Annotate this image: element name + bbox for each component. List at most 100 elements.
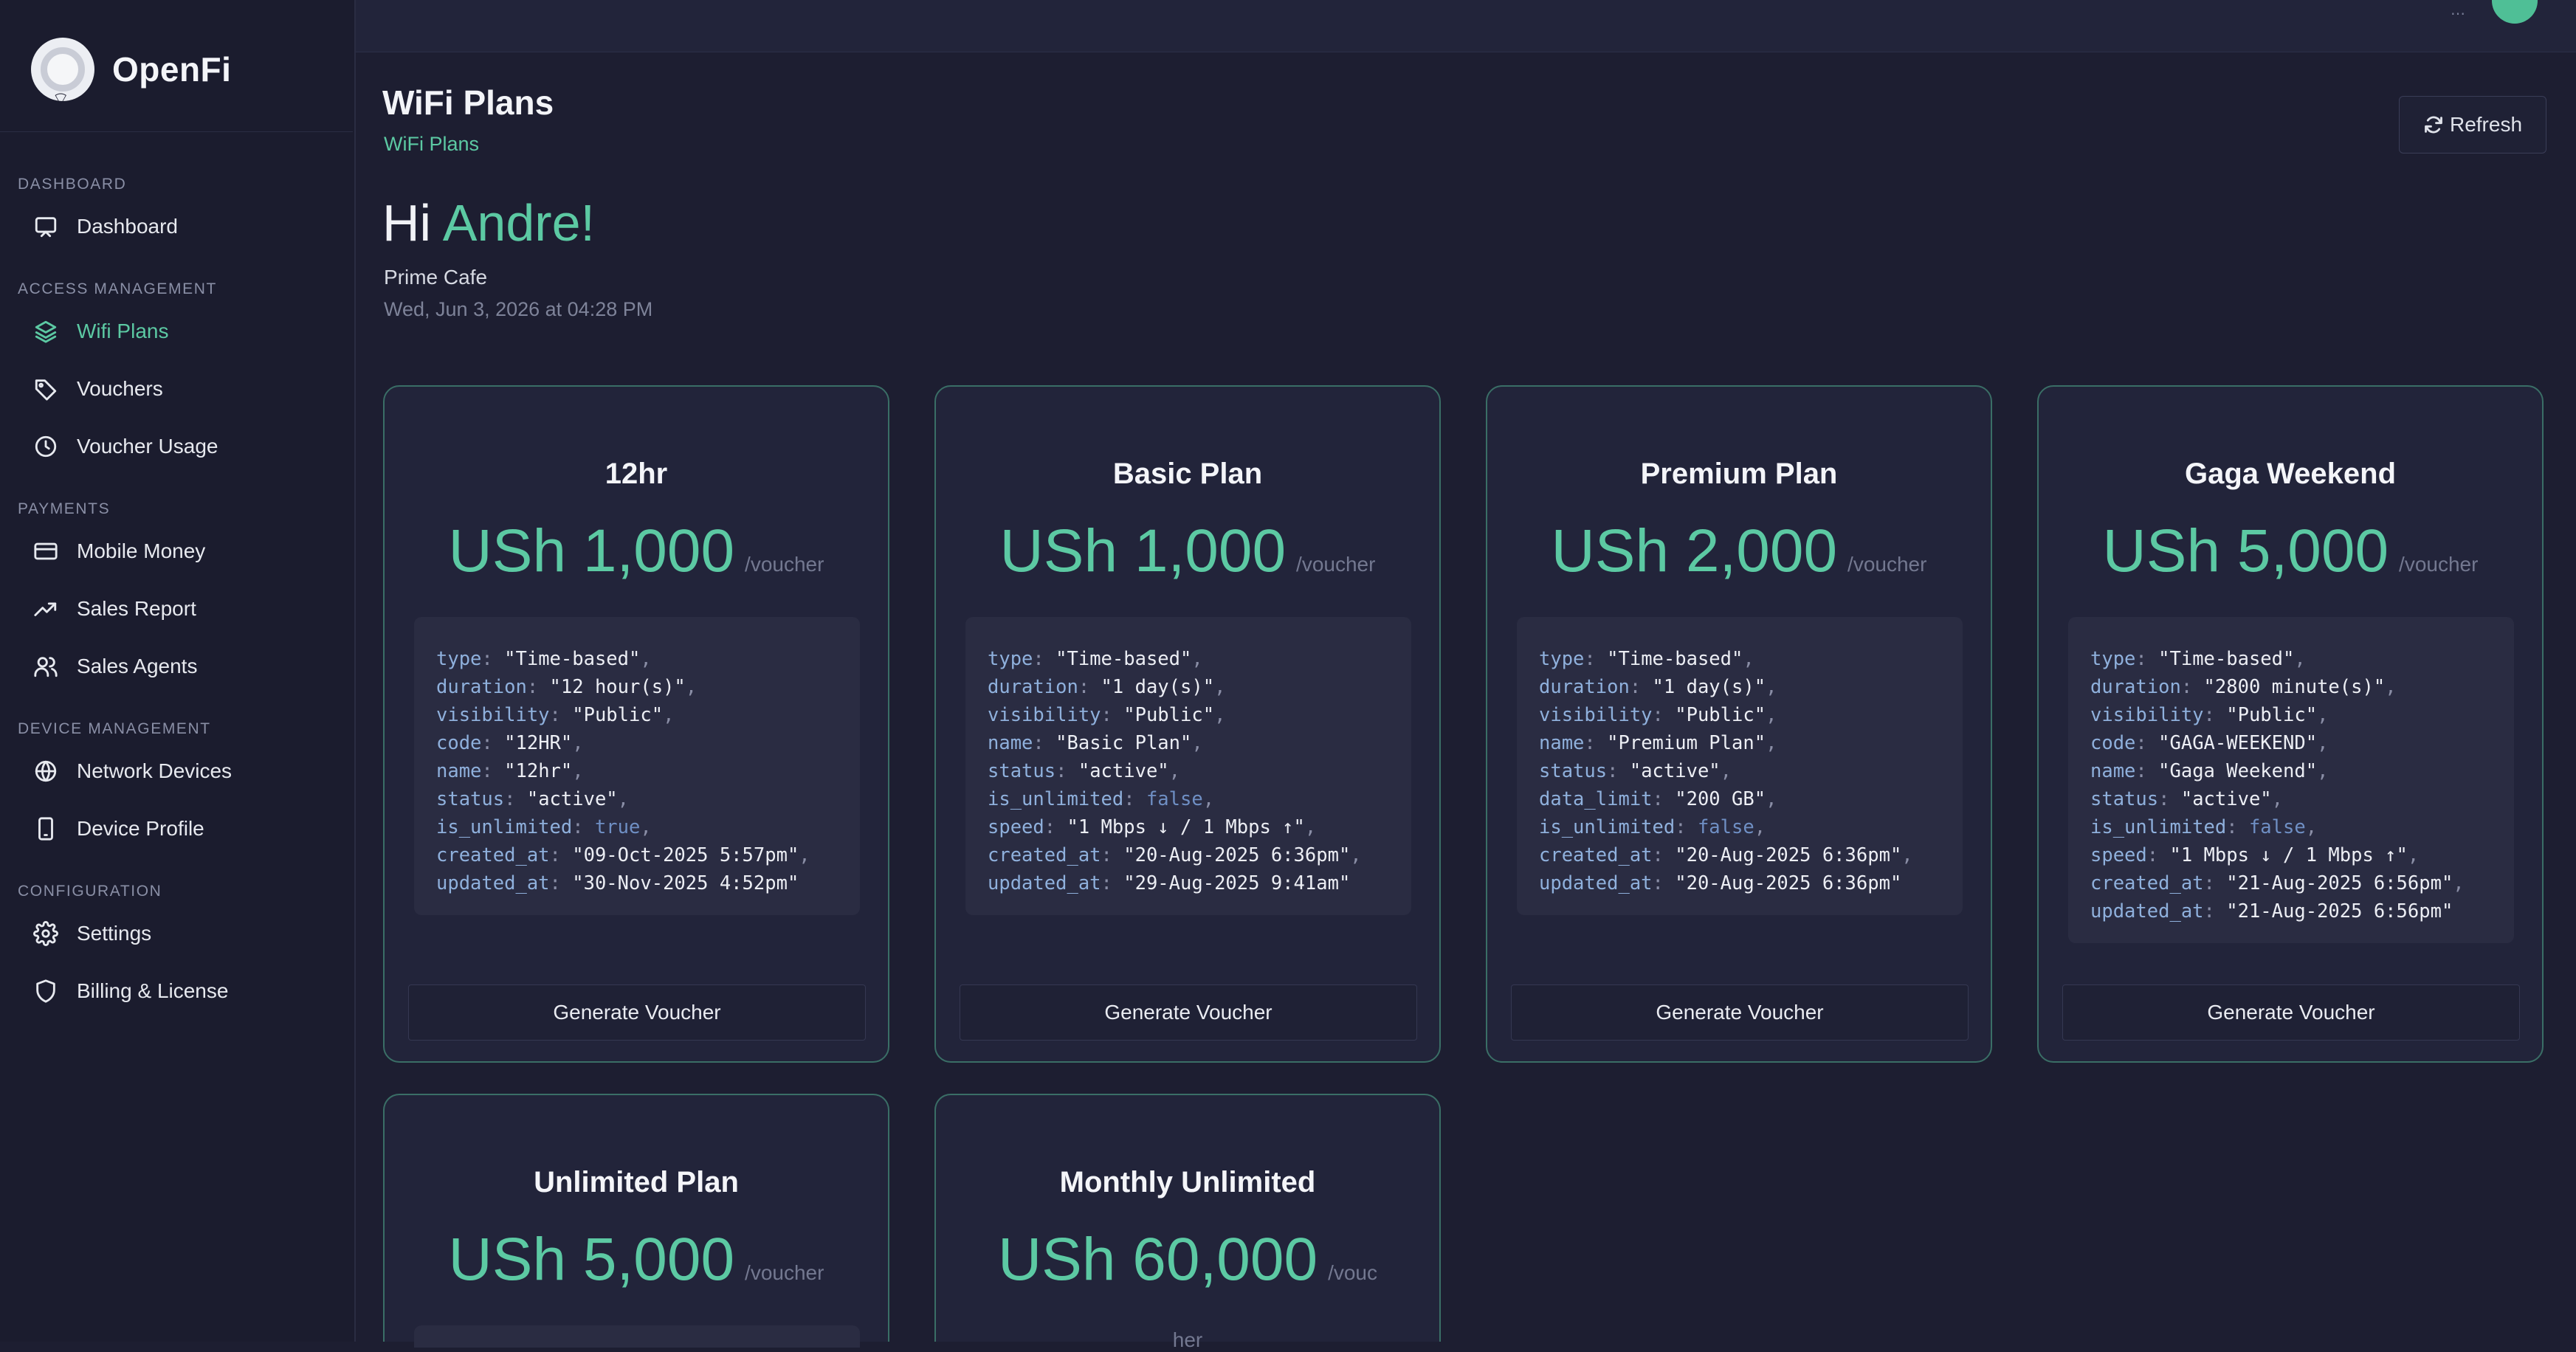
- detail-value: "active": [1629, 760, 1721, 782]
- detail-value: "200 GB": [1675, 788, 1766, 810]
- venue-name: Prime Cafe: [384, 266, 488, 289]
- plan-detail-line: code: "12HR",: [436, 732, 584, 754]
- plan-detail-line: updated_at: "20-Aug-2025 6:36pm": [1539, 872, 1902, 894]
- detail-value: "21-Aug-2025 6:56pm": [2226, 872, 2453, 894]
- plan-details: type: "Time-based", duration: "1 day(s)",…: [965, 617, 1411, 915]
- sidebar-item-sales-report[interactable]: Sales Report: [31, 588, 196, 630]
- plan-price: USh 1,000/voucher: [385, 517, 888, 586]
- sidebar-item-wifi-plans[interactable]: Wifi Plans: [31, 311, 168, 352]
- sidebar-item-vouchers[interactable]: Vouchers: [31, 368, 163, 410]
- users-icon: [31, 652, 61, 681]
- detail-value: "29-Aug-2025 9:41am": [1123, 872, 1351, 894]
- plan-name: Monthly Unlimited: [1059, 1166, 1316, 1198]
- detail-value: "active": [526, 788, 618, 810]
- detail-value: "20-Aug-2025 6:36pm": [1675, 872, 1902, 894]
- detail-key: visibility: [1539, 704, 1653, 726]
- refresh-button[interactable]: Refresh: [2399, 96, 2546, 154]
- detail-key: created_at: [2090, 872, 2204, 894]
- detail-value: "09-Oct-2025 5:57pm": [572, 844, 799, 866]
- detail-value: true: [594, 816, 641, 838]
- generate-voucher-button[interactable]: Generate Voucher: [960, 984, 1417, 1041]
- plan-detail-line: created_at: "20-Aug-2025 6:36pm",: [988, 844, 1362, 866]
- plan-detail-line: is_unlimited: false,: [1539, 816, 1766, 838]
- plan-price-unit: /voucher: [1847, 553, 1927, 576]
- sidebar-item-voucher-usage[interactable]: Voucher Usage: [31, 426, 218, 467]
- sidebar-item-device-profile[interactable]: Device Profile: [31, 808, 204, 849]
- plan-price-amount: USh 60,000: [997, 1226, 1318, 1293]
- plan-detail-line: is_unlimited: false,: [2090, 816, 2318, 838]
- monitor-icon: [31, 212, 61, 241]
- detail-key: speed: [988, 816, 1044, 838]
- detail-key: is_unlimited: [1539, 816, 1676, 838]
- plan-detail-line: name: "12hr",: [436, 760, 584, 782]
- detail-key: is_unlimited: [2090, 816, 2227, 838]
- plan-details: type: "Time-based", duration: "12 hour(s)…: [414, 617, 860, 915]
- plan-card: Unlimited Plan USh 5,000/voucher: [383, 1094, 889, 1348]
- detail-value: "Time-based": [2158, 648, 2295, 670]
- plan-detail-line: duration: "12 hour(s)",: [436, 676, 698, 698]
- plan-detail-line: speed: "1 Mbps ↓ / 1 Mbps ↑",: [988, 816, 1317, 838]
- detail-key: name: [1539, 732, 1585, 754]
- detail-value: false: [2248, 816, 2306, 838]
- sidebar-item-settings[interactable]: Settings: [31, 913, 151, 954]
- sidebar-item-dashboard[interactable]: Dashboard: [31, 206, 178, 247]
- detail-key: created_at: [988, 844, 1101, 866]
- generate-voucher-button[interactable]: Generate Voucher: [2062, 984, 2520, 1041]
- detail-value: "Public": [2226, 704, 2318, 726]
- generate-voucher-button[interactable]: Generate Voucher: [1511, 984, 1969, 1041]
- detail-key: duration: [988, 676, 1078, 698]
- detail-key: visibility: [2090, 704, 2204, 726]
- detail-key: speed: [2090, 844, 2147, 866]
- menu-icon[interactable]: ⋯: [2451, 4, 2465, 23]
- plan-card: Monthly Unlimited USh 60,000/vouc her: [934, 1094, 1441, 1351]
- detail-value: "30-Nov-2025 4:52pm": [572, 872, 799, 894]
- detail-value: "12 hour(s)": [549, 676, 686, 698]
- globe-icon: [31, 756, 61, 786]
- plan-price-unit: /vouc: [1328, 1261, 1378, 1284]
- gear-icon: [31, 919, 61, 948]
- detail-key: type: [988, 648, 1033, 670]
- plan-price-unit: /voucher: [1296, 553, 1376, 576]
- detail-key: type: [2090, 648, 2136, 670]
- plan-card: Gaga Weekend USh 5,000/voucher type: "Ti…: [2037, 385, 2544, 1063]
- sidebar-item-label: Settings: [77, 922, 152, 945]
- sidebar-item-mobile-money[interactable]: Mobile Money: [31, 531, 205, 572]
- sidebar-item-label: Dashboard: [77, 215, 178, 238]
- detail-value: "1 day(s)": [1652, 676, 1766, 698]
- plan-detail-line: speed: "1 Mbps ↓ / 1 Mbps ↑",: [2090, 844, 2420, 866]
- detail-value: "Basic Plan": [1055, 732, 1192, 754]
- avatar[interactable]: [2492, 0, 2538, 24]
- detail-key: status: [436, 788, 505, 810]
- current-datetime: Wed, Jun 3, 2026 at 04:28 PM: [384, 298, 653, 320]
- brand[interactable]: ⌔ OpenFi: [31, 32, 232, 110]
- detail-value: "12HR": [504, 732, 573, 754]
- plan-price-amount: USh 1,000: [999, 517, 1287, 584]
- plan-detail-line: type: "Time-based",: [436, 648, 652, 670]
- detail-value: "Time-based": [1055, 648, 1192, 670]
- plan-detail-line: visibility: "Public",: [1539, 704, 1777, 726]
- sidebar-item-sales-agents[interactable]: Sales Agents: [31, 646, 197, 687]
- detail-value: "21-Aug-2025 6:56pm": [2226, 900, 2453, 922]
- detail-value: "Premium Plan": [1607, 732, 1766, 754]
- plan-detail-line: status: "active",: [2090, 788, 2284, 810]
- smartphone-icon: [31, 814, 61, 844]
- plan-price: USh 5,000/voucher: [2039, 517, 2542, 586]
- plan-detail-line: is_unlimited: false,: [988, 788, 1215, 810]
- generate-voucher-button[interactable]: Generate Voucher: [408, 984, 866, 1041]
- sidebar-item-network-devices[interactable]: Network Devices: [31, 751, 232, 792]
- plan-detail-line: name: "Gaga Weekend",: [2090, 760, 2329, 782]
- detail-key: updated_at: [988, 872, 1101, 894]
- app-name: OpenFi: [112, 50, 232, 89]
- detail-value: false: [1146, 788, 1203, 810]
- breadcrumb[interactable]: WiFi Plans: [384, 133, 479, 156]
- plan-detail-line: type: "Time-based",: [1539, 648, 1754, 670]
- section-access-management: ACCESS MANAGEMENT: [18, 280, 217, 297]
- plan-name: Premium Plan: [1640, 458, 1838, 490]
- plan-name: 12hr: [605, 458, 668, 490]
- plan-detail-line: created_at: "20-Aug-2025 6:36pm",: [1539, 844, 1913, 866]
- sidebar-item-billing-license[interactable]: Billing & License: [31, 970, 228, 1012]
- refresh-label: Refresh: [2449, 113, 2523, 136]
- detail-key: type: [436, 648, 482, 670]
- tag-icon: [31, 374, 61, 404]
- clock-icon: [31, 432, 61, 461]
